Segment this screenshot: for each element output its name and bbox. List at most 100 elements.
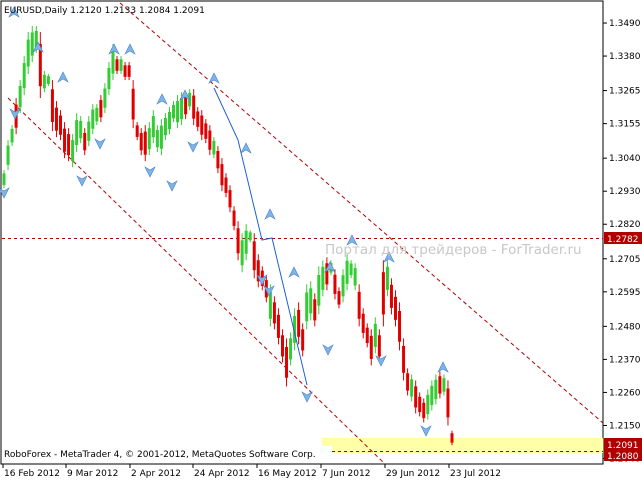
time-axis: 16 Feb 2012 9 Mar 2012 2 Apr 2012 24 Apr 20… xyxy=(2,464,501,479)
candle-body xyxy=(147,128,151,150)
candle-body xyxy=(155,129,159,148)
candle-body xyxy=(67,134,71,156)
candle-body xyxy=(377,335,381,357)
plot-area-border xyxy=(0,0,604,465)
candle-body xyxy=(127,65,131,77)
candle-body xyxy=(276,314,280,338)
candle-body xyxy=(349,263,353,276)
candle-body xyxy=(172,104,176,119)
candle-body xyxy=(305,292,309,322)
candle-body xyxy=(196,111,200,127)
candle-body xyxy=(91,109,95,129)
price-axis-label: 1.2150 xyxy=(609,421,641,431)
fractal-down-icon xyxy=(144,166,156,178)
price-axis-label: 1.2930 xyxy=(609,187,641,197)
candle-body xyxy=(59,115,63,135)
candle-body xyxy=(272,302,276,324)
candle-body xyxy=(79,120,83,139)
candle-body xyxy=(373,323,377,347)
candle-body xyxy=(414,386,418,408)
candle-body xyxy=(119,59,123,71)
candle-body xyxy=(361,313,365,333)
candle-body xyxy=(232,210,236,226)
candle-body xyxy=(240,240,244,266)
candle-body xyxy=(442,378,446,392)
candle-body xyxy=(192,95,196,119)
price-axis-label: 1.2260 xyxy=(609,388,641,398)
candle-body xyxy=(248,232,252,241)
price-axis-label: 1.2370 xyxy=(609,355,641,365)
resistance-price-label: 1.2782 xyxy=(607,235,639,245)
candle-body xyxy=(228,190,232,208)
candle-body xyxy=(438,376,442,394)
fractal-down-icon xyxy=(94,138,106,150)
candle-body xyxy=(103,88,107,108)
chart-window[interactable]: Портал для трейдеров - ForTrader.ru EURU… xyxy=(0,0,642,480)
time-axis-label: 23 Jul 2012 xyxy=(450,469,501,479)
candle-body xyxy=(418,396,422,413)
symbol-header: EURUSD,Daily 1.2120 1.2133 1.2084 1.2091 xyxy=(4,6,205,16)
candle-body xyxy=(107,68,111,90)
price-axis-label: 1.3040 xyxy=(609,154,641,164)
candle-body xyxy=(131,88,135,120)
candle-body xyxy=(345,260,349,284)
time-axis-label: 16 May 2012 xyxy=(258,469,317,479)
candle-body xyxy=(446,388,450,418)
channel-upper-line xyxy=(119,2,604,424)
candle-body xyxy=(22,63,26,89)
candle-body xyxy=(200,115,204,135)
candle-body xyxy=(26,39,30,67)
fractal-down-icon xyxy=(166,180,178,192)
fractal-up-icon xyxy=(57,71,69,83)
candle-body xyxy=(280,335,284,357)
candle-body xyxy=(54,107,58,131)
fractals-group xyxy=(0,6,449,437)
fractal-down-icon xyxy=(322,344,334,356)
candle-body xyxy=(236,228,240,254)
candle-body xyxy=(406,373,410,391)
lower-price-label: 1.2080 xyxy=(607,452,639,462)
price-axis-label: 1.3155 xyxy=(609,120,641,130)
candle-body xyxy=(289,338,293,360)
fractal-down-icon xyxy=(76,175,88,187)
candle-body xyxy=(139,133,143,151)
candle-body xyxy=(87,121,91,141)
fractal-down-icon xyxy=(420,425,432,437)
candle-body xyxy=(398,310,402,342)
candle-body xyxy=(6,145,10,165)
price-axis-label: 1.2595 xyxy=(609,288,641,298)
candle-body xyxy=(321,266,325,290)
candle-body xyxy=(333,274,337,294)
candle-body xyxy=(123,65,127,77)
candle-body xyxy=(63,128,67,152)
candle-body xyxy=(46,76,50,84)
candle-body xyxy=(135,125,139,137)
time-axis-label: 29 Jun 2012 xyxy=(386,469,440,479)
candle-body xyxy=(381,272,385,315)
fractal-up-icon xyxy=(437,361,449,373)
candle-body xyxy=(434,379,438,400)
watermark-text: Портал для трейдеров - ForTrader.ru xyxy=(325,242,582,258)
candle-body xyxy=(365,327,369,344)
candle-body xyxy=(111,50,115,74)
candle-body xyxy=(95,107,99,122)
candle-body xyxy=(143,131,147,155)
price-axis-label: 1.2820 xyxy=(609,220,641,230)
candle-body xyxy=(385,266,389,290)
candle-body xyxy=(18,86,22,108)
fractal-down-icon xyxy=(375,355,387,367)
candle-body xyxy=(115,59,119,71)
candle-body xyxy=(393,296,397,320)
fractal-up-icon xyxy=(208,72,220,84)
fractal-up-icon xyxy=(156,93,168,105)
candle-body xyxy=(402,345,406,373)
candle-body xyxy=(208,130,212,150)
fractal-up-icon xyxy=(288,266,300,278)
fractal-up-icon xyxy=(264,208,276,220)
candle-body xyxy=(159,125,163,149)
candle-body xyxy=(184,96,188,115)
price-chart[interactable]: Портал для трейдеров - ForTrader.ru EURU… xyxy=(0,0,642,480)
candle-body xyxy=(10,128,14,143)
time-axis-label: 2 Apr 2012 xyxy=(131,469,181,479)
fractal-up-icon xyxy=(240,142,252,154)
